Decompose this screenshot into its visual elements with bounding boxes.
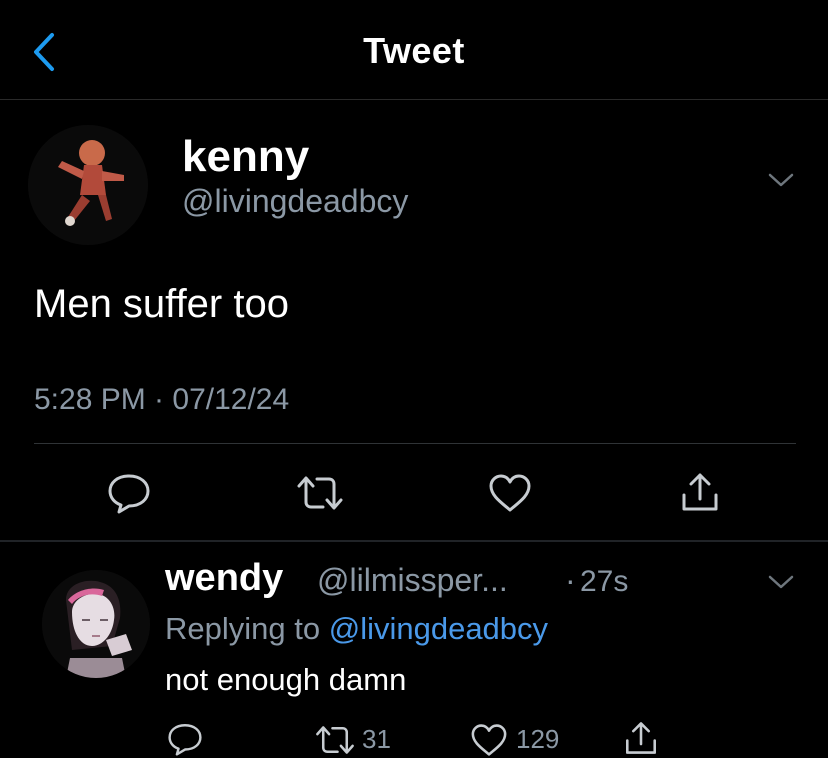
chevron-down-icon[interactable]	[767, 572, 795, 592]
retweet-icon[interactable]	[314, 724, 356, 756]
reply-text: not enough damn	[165, 662, 407, 697]
reply-icon[interactable]	[166, 722, 204, 756]
tweet-timestamp: 5:28 PM · 07/12/24	[34, 383, 290, 416]
mention-link[interactable]: @livingdeadbcy	[329, 611, 548, 646]
page-title: Tweet	[363, 30, 465, 71]
retweet-icon[interactable]	[295, 474, 345, 512]
display-name[interactable]: kenny	[182, 132, 309, 182]
like-icon[interactable]	[488, 473, 532, 513]
like-count: 129	[516, 724, 560, 754]
user-handle[interactable]: @livingdeadbcy	[182, 183, 408, 220]
avatar[interactable]	[42, 570, 150, 678]
top-bar: Tweet	[0, 0, 828, 100]
share-icon[interactable]	[679, 471, 721, 513]
reply-icon[interactable]	[106, 472, 152, 514]
chevron-down-icon[interactable]	[767, 170, 795, 190]
display-name[interactable]: wendy	[165, 557, 283, 600]
reply-time: 27s	[580, 565, 629, 598]
tweet-text: Men suffer too	[34, 282, 289, 326]
replying-to: Replying to @livingdeadbcy	[165, 611, 548, 647]
like-icon[interactable]	[470, 723, 508, 757]
retweet-count: 31	[362, 724, 391, 754]
user-handle[interactable]: @lilmissper...	[317, 562, 508, 599]
divider	[34, 443, 796, 444]
separator-dot: ·	[565, 562, 576, 598]
share-icon[interactable]	[623, 720, 659, 756]
avatar[interactable]	[28, 125, 148, 245]
replying-prefix: Replying to	[165, 611, 329, 646]
section-divider	[0, 540, 828, 542]
